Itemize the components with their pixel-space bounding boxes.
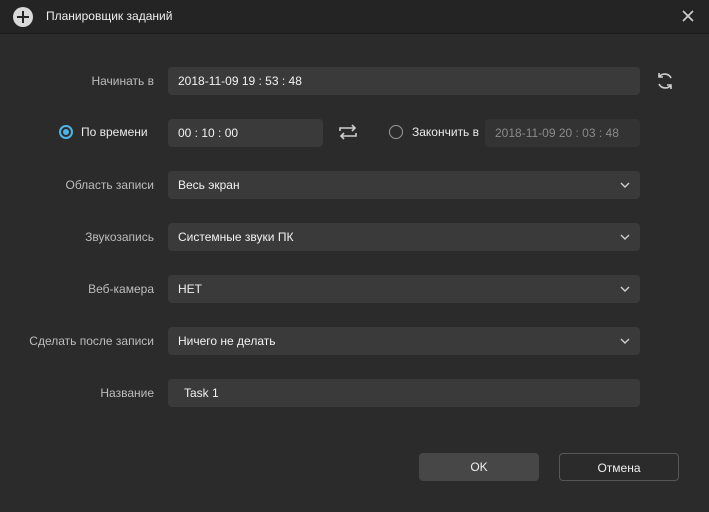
chevron-down-icon xyxy=(620,182,630,188)
area-label: Область записи xyxy=(65,178,154,192)
add-circle-icon xyxy=(13,7,33,27)
start-time-input[interactable]: 2018-11-09 19 : 53 : 48 xyxy=(168,67,640,95)
area-select[interactable]: Весь экран xyxy=(168,171,640,199)
end-at-label: Закончить в xyxy=(412,125,480,139)
chevron-down-icon xyxy=(620,234,630,240)
name-label: Название xyxy=(100,386,154,400)
by-time-label: По времени xyxy=(81,125,148,139)
chevron-down-icon xyxy=(620,338,630,344)
by-time-radio[interactable] xyxy=(59,125,73,139)
title-bar: Планировщик заданий xyxy=(0,0,709,34)
cancel-button[interactable]: Отмена xyxy=(559,453,679,481)
end-time-input[interactable]: 2018-11-09 20 : 03 : 48 xyxy=(485,119,640,147)
name-input[interactable]: Task 1 xyxy=(168,379,640,407)
webcam-value: НЕТ xyxy=(178,282,202,296)
webcam-select[interactable]: НЕТ xyxy=(168,275,640,303)
after-value: Ничего не делать xyxy=(178,334,276,348)
window-title: Планировщик заданий xyxy=(46,9,173,23)
after-select[interactable]: Ничего не делать xyxy=(168,327,640,355)
close-icon[interactable] xyxy=(680,8,696,24)
chevron-down-icon xyxy=(620,286,630,292)
start-label: Начинать в xyxy=(91,74,154,88)
webcam-label: Веб-камера xyxy=(88,282,154,296)
area-value: Весь экран xyxy=(178,178,240,192)
duration-input[interactable]: 00 : 10 : 00 xyxy=(168,119,323,147)
task-scheduler-dialog: Планировщик заданий Начинать в 2018-11-0… xyxy=(0,0,709,512)
audio-label: Звукозапись xyxy=(85,230,154,244)
swap-icon[interactable] xyxy=(336,122,360,142)
refresh-icon[interactable] xyxy=(654,70,676,92)
ok-button[interactable]: OK xyxy=(419,453,539,481)
after-label: Сделать после записи xyxy=(29,334,154,348)
audio-select[interactable]: Системные звуки ПК xyxy=(168,223,640,251)
audio-value: Системные звуки ПК xyxy=(178,230,294,244)
end-at-radio[interactable] xyxy=(389,125,403,139)
